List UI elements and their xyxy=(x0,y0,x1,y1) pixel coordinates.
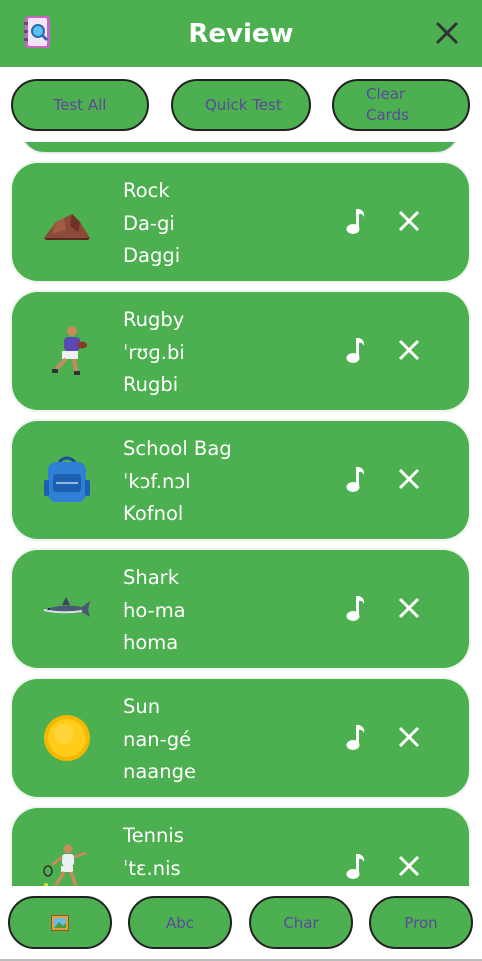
sun-icon xyxy=(44,715,90,761)
list-item[interactable]: Rock Da-gi Daggi xyxy=(12,163,469,281)
card-text: School Bag ˈkɔf.nɔl Kofnol xyxy=(123,433,232,531)
pron-label: Pron xyxy=(404,913,438,932)
card-list[interactable]: Rock Da-gi Daggi Rugby ˈrʊɡ.bi Rugbi Sch… xyxy=(0,142,482,886)
card-text: Rock Da-gi Daggi xyxy=(123,175,180,273)
close-icon[interactable] xyxy=(430,16,464,50)
list-item[interactable]: School Bag ˈkɔf.nɔl Kofnol xyxy=(12,421,469,539)
delete-icon[interactable] xyxy=(398,468,420,490)
delete-icon[interactable] xyxy=(398,855,420,877)
delete-icon[interactable] xyxy=(398,339,420,361)
card-pronunciation: ˈtɛ.nis xyxy=(123,856,181,880)
delete-icon[interactable] xyxy=(398,597,420,619)
test-all-button[interactable]: Test All xyxy=(11,79,149,131)
card-text: Rugby ˈrʊɡ.bi Rugbi xyxy=(123,304,185,402)
card-word: Sun xyxy=(123,695,161,718)
list-item[interactable]: Shark ho-ma homa xyxy=(12,550,469,668)
app-bar: Review xyxy=(0,0,482,67)
clear-cards-button[interactable]: Clear Cards xyxy=(332,79,470,131)
tennis-player-icon xyxy=(43,844,87,886)
music-note-icon[interactable] xyxy=(345,594,367,622)
list-item[interactable]: Sun nan-gé naange xyxy=(12,679,469,797)
card-translation: naange xyxy=(123,760,196,783)
abc-label: Abc xyxy=(165,913,195,932)
rock-icon xyxy=(44,214,90,240)
school-bag-icon xyxy=(44,456,90,502)
card-translation: Daggi xyxy=(123,244,181,267)
rugby-player-icon xyxy=(52,326,87,375)
char-mode-button[interactable]: Char xyxy=(249,896,353,949)
music-note-icon[interactable] xyxy=(345,852,367,880)
list-item-partial xyxy=(22,142,458,152)
card-word: Tennis xyxy=(123,824,184,847)
clear-cards-label: Clear Cards xyxy=(366,85,409,124)
card-pronunciation: ho-ma xyxy=(123,598,186,622)
card-pronunciation: nan-gé xyxy=(123,727,192,751)
card-pronunciation: ˈrʊɡ.bi xyxy=(123,340,185,364)
list-item[interactable]: Tennis ˈtɛ.nis xyxy=(12,808,469,886)
card-text: Shark ho-ma homa xyxy=(123,562,186,660)
card-text: Tennis ˈtɛ.nis xyxy=(123,820,184,885)
card-translation: Rugbi xyxy=(123,373,179,396)
list-item[interactable]: Rugby ˈrʊɡ.bi Rugbi xyxy=(12,292,469,410)
quick-test-label: Quick Test xyxy=(205,95,282,114)
card-word: Shark xyxy=(123,566,179,589)
picture-mode-button[interactable] xyxy=(8,896,112,949)
card-pronunciation: Da-gi xyxy=(123,211,175,235)
delete-icon[interactable] xyxy=(398,726,420,748)
shark-icon xyxy=(43,597,90,617)
card-word: School Bag xyxy=(123,437,232,460)
card-word: Rugby xyxy=(123,308,185,331)
card-translation: Kofnol xyxy=(123,502,184,525)
pron-mode-button[interactable]: Pron xyxy=(369,896,473,949)
card-text: Sun nan-gé naange xyxy=(123,691,196,789)
music-note-icon[interactable] xyxy=(345,207,367,235)
music-note-icon[interactable] xyxy=(345,723,367,751)
card-translation: homa xyxy=(123,631,179,654)
card-pronunciation: ˈkɔf.nɔl xyxy=(123,469,191,493)
bottom-bar: Abc Char Pron xyxy=(0,886,482,961)
char-label: Char xyxy=(283,913,319,932)
quick-test-button[interactable]: Quick Test xyxy=(171,79,311,131)
page-title: Review xyxy=(188,18,294,49)
test-all-label: Test All xyxy=(53,95,107,114)
picture-icon xyxy=(51,914,69,931)
music-note-icon[interactable] xyxy=(345,465,367,493)
abc-mode-button[interactable]: Abc xyxy=(128,896,232,949)
music-note-icon[interactable] xyxy=(345,336,367,364)
delete-icon[interactable] xyxy=(398,210,420,232)
card-word: Rock xyxy=(123,179,170,202)
notebook-search-icon[interactable] xyxy=(22,14,54,50)
